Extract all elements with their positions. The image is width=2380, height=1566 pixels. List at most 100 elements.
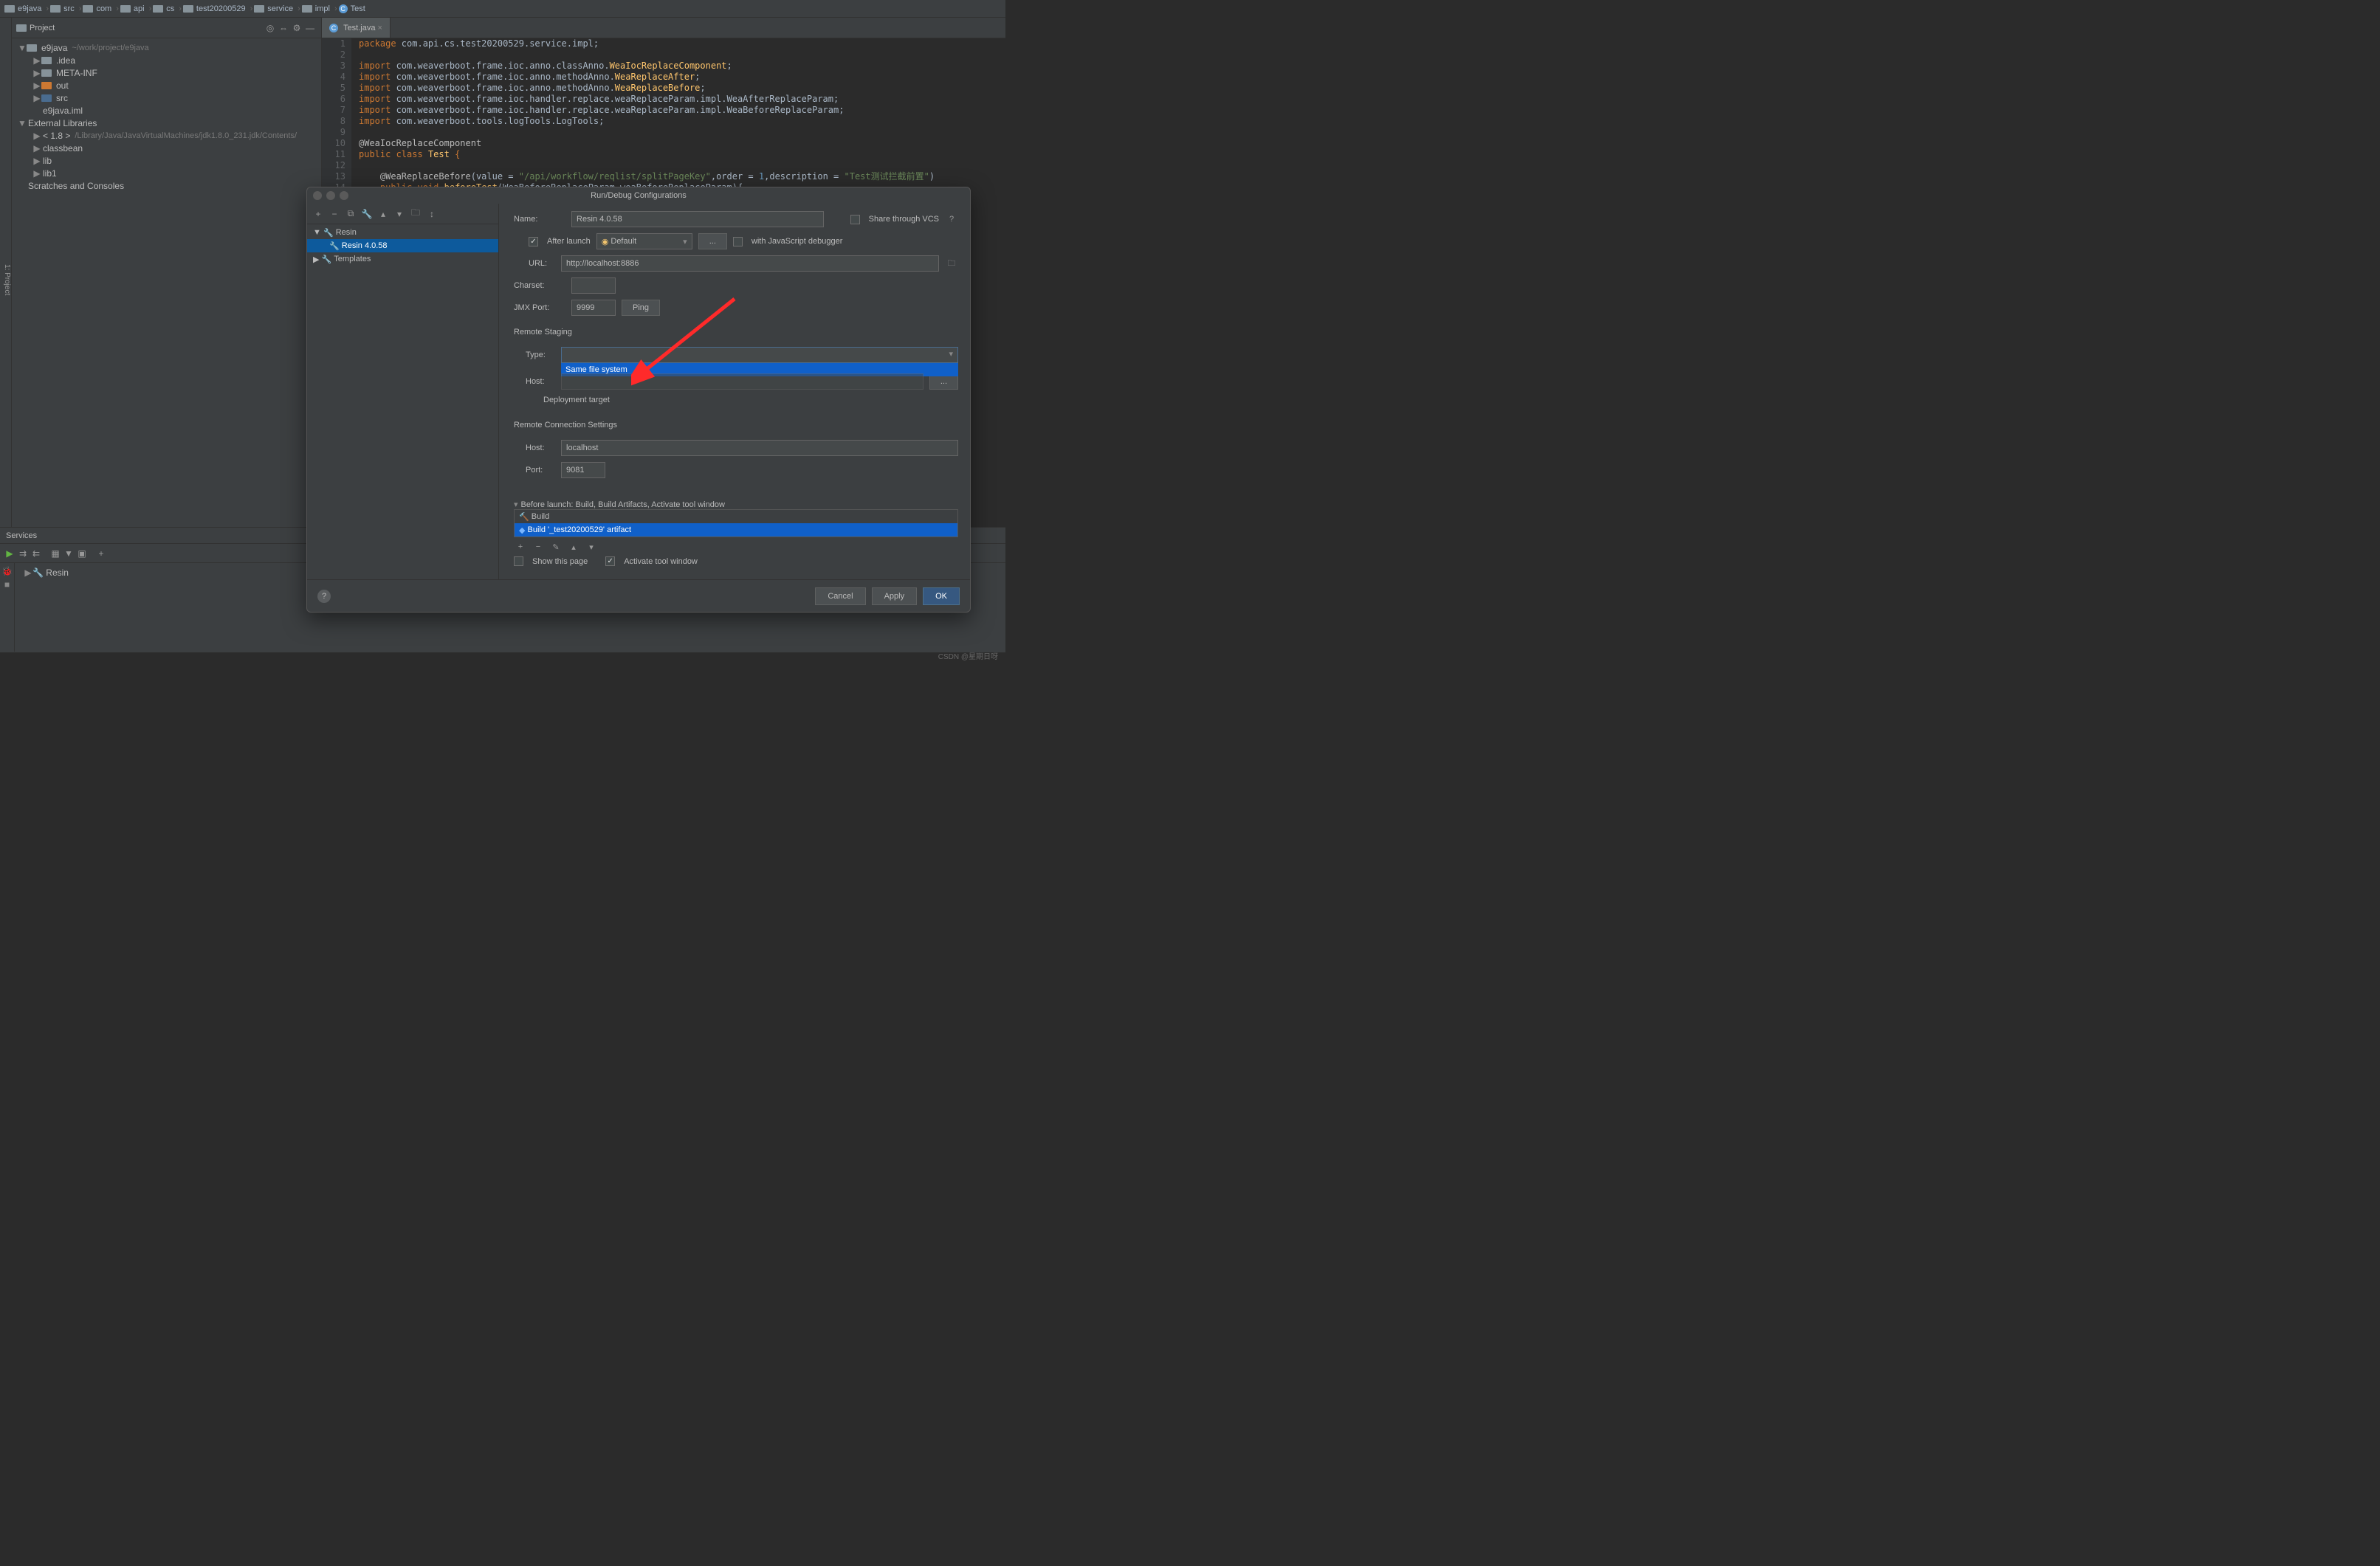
grid-icon[interactable]: ▦ — [49, 547, 62, 560]
crumb[interactable]: src — [63, 4, 75, 13]
jmx-input[interactable] — [571, 300, 616, 316]
type-select[interactable]: ▾ — [561, 347, 958, 363]
folder-icon[interactable]: 🗀 — [945, 257, 958, 270]
tree-node[interactable]: Resin — [336, 228, 357, 237]
down-icon[interactable]: ▾ — [585, 540, 598, 553]
add-icon[interactable]: + — [312, 207, 325, 221]
browser-select[interactable]: ◉ Default▾ — [596, 233, 692, 249]
help-button[interactable]: ? — [317, 590, 331, 603]
remote-staging-header: Remote Staging — [514, 328, 958, 337]
breadcrumb: e9java› src› com› api› cs› test20200529›… — [0, 0, 1005, 18]
wrench-icon: 🔧 — [322, 255, 332, 264]
up-icon[interactable]: ▴ — [567, 540, 580, 553]
tree-icon[interactable]: ⇇ — [30, 547, 43, 560]
before-launch-list[interactable]: 🔨 Build ◆ Build '_test20200529' artifact — [514, 509, 958, 537]
target-icon[interactable]: ◎ — [264, 21, 277, 35]
crumb[interactable]: Test — [351, 4, 365, 13]
project-tool-label[interactable]: 1: Project — [3, 264, 11, 295]
max-dot[interactable] — [340, 191, 348, 200]
up-icon[interactable]: ▴ — [376, 207, 390, 221]
jmx-label: JMX Port: — [514, 303, 565, 312]
crumb[interactable]: e9java — [18, 4, 41, 13]
ping-button[interactable]: Ping — [622, 300, 660, 316]
copy-icon[interactable]: ⧉ — [344, 207, 357, 221]
tree-item[interactable]: e9java.iml — [43, 106, 83, 116]
remove-icon[interactable]: − — [532, 540, 545, 553]
close-icon[interactable]: × — [378, 24, 382, 32]
crumb[interactable]: cs — [166, 4, 174, 13]
panel-title[interactable]: Services — [6, 531, 37, 540]
crumb[interactable]: impl — [315, 4, 330, 13]
tree-item[interactable]: .idea — [56, 55, 75, 66]
conn-host-input[interactable] — [561, 440, 958, 456]
lib-item[interactable]: lib — [43, 156, 52, 166]
sort-icon[interactable]: ↕ — [425, 207, 438, 221]
crumb[interactable]: test20200529 — [196, 4, 246, 13]
project-panel: Project ◎ ⇔ ⚙ — ▼e9java~/work/project/e9… — [12, 18, 322, 527]
activate-checkbox[interactable] — [605, 556, 615, 566]
before-item[interactable]: Build — [532, 512, 549, 521]
gear-icon[interactable]: ⚙ — [290, 21, 303, 35]
jsdbg-checkbox[interactable] — [733, 237, 743, 246]
folder-icon — [50, 5, 61, 13]
panel-title[interactable]: Project — [30, 24, 264, 32]
add-icon[interactable]: + — [94, 547, 108, 560]
host-label: Host: — [526, 377, 555, 386]
jdk-item[interactable]: < 1.8 > — [43, 131, 70, 141]
config-tree[interactable]: ▼ 🔧 Resin 🔧 Resin 4.0.58 ▶ 🔧 Templates — [307, 224, 498, 579]
external-libs[interactable]: External Libraries — [28, 118, 97, 128]
browse-button[interactable]: ... — [698, 233, 727, 249]
tree-icon[interactable]: ⇉ — [16, 547, 30, 560]
charset-input[interactable] — [571, 277, 616, 294]
run-icon[interactable]: ▶ — [3, 547, 16, 560]
editor-tab[interactable]: C Test.java × — [322, 18, 391, 38]
before-item[interactable]: Build '_test20200529' artifact — [528, 525, 632, 534]
edit-icon[interactable]: ✎ — [549, 540, 563, 553]
add-icon[interactable]: + — [514, 540, 527, 553]
apply-button[interactable]: Apply — [872, 587, 918, 605]
crumb[interactable]: api — [134, 4, 145, 13]
cancel-button[interactable]: Cancel — [815, 587, 865, 605]
collapse-icon[interactable]: ⇔ — [277, 21, 290, 35]
tool-strip[interactable]: 1: Project — [0, 18, 12, 527]
wrench-icon[interactable]: 🔧 — [360, 207, 374, 221]
min-dot[interactable] — [326, 191, 335, 200]
help-icon[interactable]: ? — [945, 213, 958, 226]
lib-item[interactable]: lib1 — [43, 168, 57, 179]
remove-icon[interactable]: − — [328, 207, 341, 221]
conn-port-input[interactable] — [561, 462, 605, 478]
lib-item[interactable]: classbean — [43, 143, 83, 154]
after-launch-label: After launch — [547, 237, 591, 246]
tree-item[interactable]: Resin 4.0.58 — [342, 241, 388, 250]
tree-root[interactable]: e9java — [41, 43, 67, 53]
hide-icon[interactable]: — — [303, 21, 317, 35]
show-page-checkbox[interactable] — [514, 556, 523, 566]
layout-icon[interactable]: ▣ — [75, 547, 89, 560]
staging-host-input[interactable] — [561, 373, 924, 390]
run-config-dialog: Run/Debug Configurations + − ⧉ 🔧 ▴ ▾ 🗀 ↕… — [306, 187, 971, 613]
tree-item[interactable]: src — [56, 93, 68, 103]
class-icon: C — [339, 4, 348, 13]
crumb[interactable]: com — [96, 4, 111, 13]
conn-port-label: Port: — [526, 466, 555, 475]
crumb[interactable]: service — [267, 4, 293, 13]
before-launch-header[interactable]: Before launch: Build, Build Artifacts, A… — [521, 500, 725, 509]
tree-item[interactable]: out — [56, 80, 69, 91]
folder-icon[interactable]: 🗀 — [409, 207, 422, 221]
url-input[interactable] — [561, 255, 939, 272]
filter-icon[interactable]: ▼ — [62, 547, 75, 560]
after-launch-checkbox[interactable] — [529, 237, 538, 246]
charset-label: Charset: — [514, 281, 565, 290]
project-tree[interactable]: ▼e9java~/work/project/e9java ▶.idea ▶MET… — [12, 38, 321, 527]
ok-button[interactable]: OK — [923, 587, 960, 605]
stop-icon[interactable]: ■ — [4, 579, 10, 590]
down-icon[interactable]: ▾ — [393, 207, 406, 221]
name-input[interactable] — [571, 211, 824, 227]
debug-icon[interactable]: 🐞 — [1, 566, 13, 576]
dialog-titlebar[interactable]: Run/Debug Configurations — [307, 187, 970, 204]
scratches[interactable]: Scratches and Consoles — [28, 181, 124, 191]
share-checkbox[interactable] — [850, 215, 860, 224]
close-dot[interactable] — [313, 191, 322, 200]
tree-item[interactable]: META-INF — [56, 68, 97, 78]
tree-node[interactable]: Templates — [334, 255, 371, 263]
